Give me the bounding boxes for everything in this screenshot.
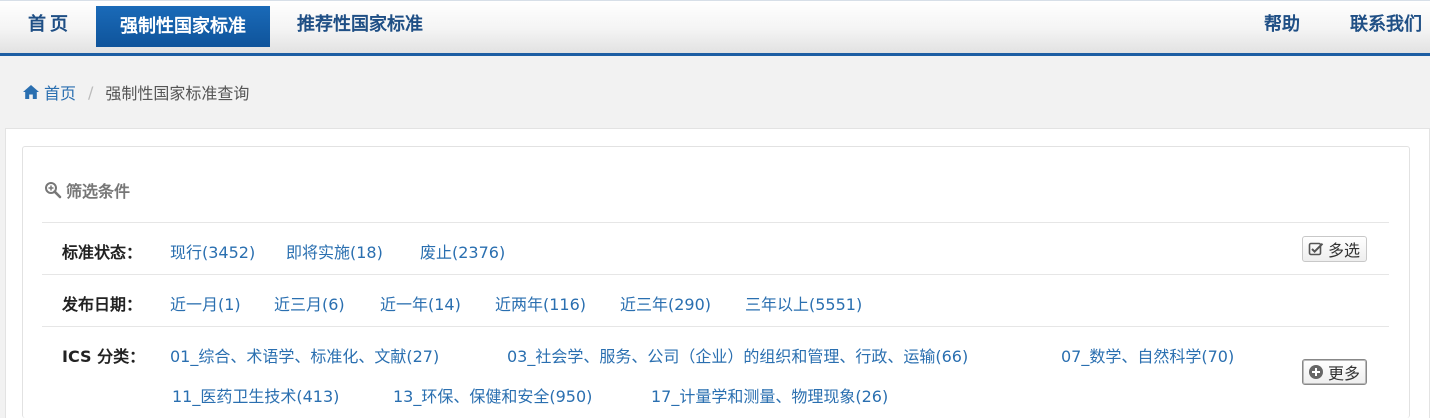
date-option-3-months[interactable]: 近三月(6) bbox=[274, 291, 345, 315]
checkbox-edit-icon bbox=[1308, 242, 1324, 256]
date-option-1-year[interactable]: 近一年(14) bbox=[380, 291, 461, 315]
ics-label: ICS 分类： bbox=[62, 347, 146, 366]
filter-title-label: 筛选条件 bbox=[66, 182, 131, 201]
divider bbox=[42, 326, 1389, 327]
status-option-current[interactable]: 现行(3452) bbox=[170, 239, 255, 263]
status-label: 标准状态： bbox=[62, 243, 143, 262]
breadcrumb-current: 强制性国家标准查询 bbox=[105, 84, 250, 103]
publish-date-label: 发布日期： bbox=[62, 295, 143, 314]
more-button[interactable]: 更多 bbox=[1302, 359, 1368, 385]
filter-panel bbox=[22, 146, 1410, 418]
breadcrumb-home[interactable]: 首页 bbox=[22, 80, 76, 104]
filter-title: 筛选条件 bbox=[44, 178, 130, 202]
breadcrumb-separator: / bbox=[88, 82, 94, 102]
ics-option-13[interactable]: 13_环保、保健和安全(950) bbox=[393, 383, 592, 407]
date-option-over-3-years[interactable]: 三年以上(5551) bbox=[745, 291, 862, 315]
date-option-2-years[interactable]: 近两年(116) bbox=[495, 291, 586, 315]
plus-circle-icon bbox=[1309, 365, 1323, 379]
divider bbox=[42, 274, 1389, 275]
nav-mandatory-standards[interactable]: 强制性国家标准 bbox=[96, 6, 270, 47]
ics-option-03[interactable]: 03_社会学、服务、公司（企业）的组织和管理、行政、运输(66) bbox=[507, 343, 968, 367]
divider bbox=[42, 222, 1389, 223]
multi-select-label: 多选 bbox=[1328, 241, 1361, 260]
ics-option-17[interactable]: 17_计量学和测量、物理现象(26) bbox=[651, 383, 888, 407]
breadcrumb: 首页 / 强制性国家标准查询 bbox=[22, 80, 249, 104]
search-zoom-icon bbox=[45, 182, 62, 199]
ics-option-01[interactable]: 01_综合、术语学、标准化、文献(27) bbox=[170, 343, 439, 367]
date-option-3-years[interactable]: 近三年(290) bbox=[620, 291, 711, 315]
nav-recommended-standards[interactable]: 推荐性国家标准 bbox=[297, 1, 423, 48]
nav-help[interactable]: 帮助 bbox=[1264, 1, 1300, 48]
nav-home[interactable]: 首页 bbox=[28, 1, 72, 48]
status-option-upcoming[interactable]: 即将实施(18) bbox=[286, 239, 383, 263]
more-label: 更多 bbox=[1328, 364, 1361, 383]
date-option-1-month[interactable]: 近一月(1) bbox=[170, 291, 241, 315]
top-nav-bar: 首页 强制性国家标准 推荐性国家标准 帮助 联系我们 bbox=[0, 0, 1430, 56]
multi-select-button[interactable]: 多选 bbox=[1302, 236, 1368, 262]
breadcrumb-home-label: 首页 bbox=[44, 84, 77, 103]
ics-option-11[interactable]: 11_医药卫生技术(413) bbox=[172, 383, 339, 407]
home-icon bbox=[23, 85, 39, 99]
status-option-abolished[interactable]: 废止(2376) bbox=[420, 239, 505, 263]
ics-option-07[interactable]: 07_数学、自然科学(70) bbox=[1061, 343, 1234, 367]
nav-contact-us[interactable]: 联系我们 bbox=[1350, 1, 1422, 48]
